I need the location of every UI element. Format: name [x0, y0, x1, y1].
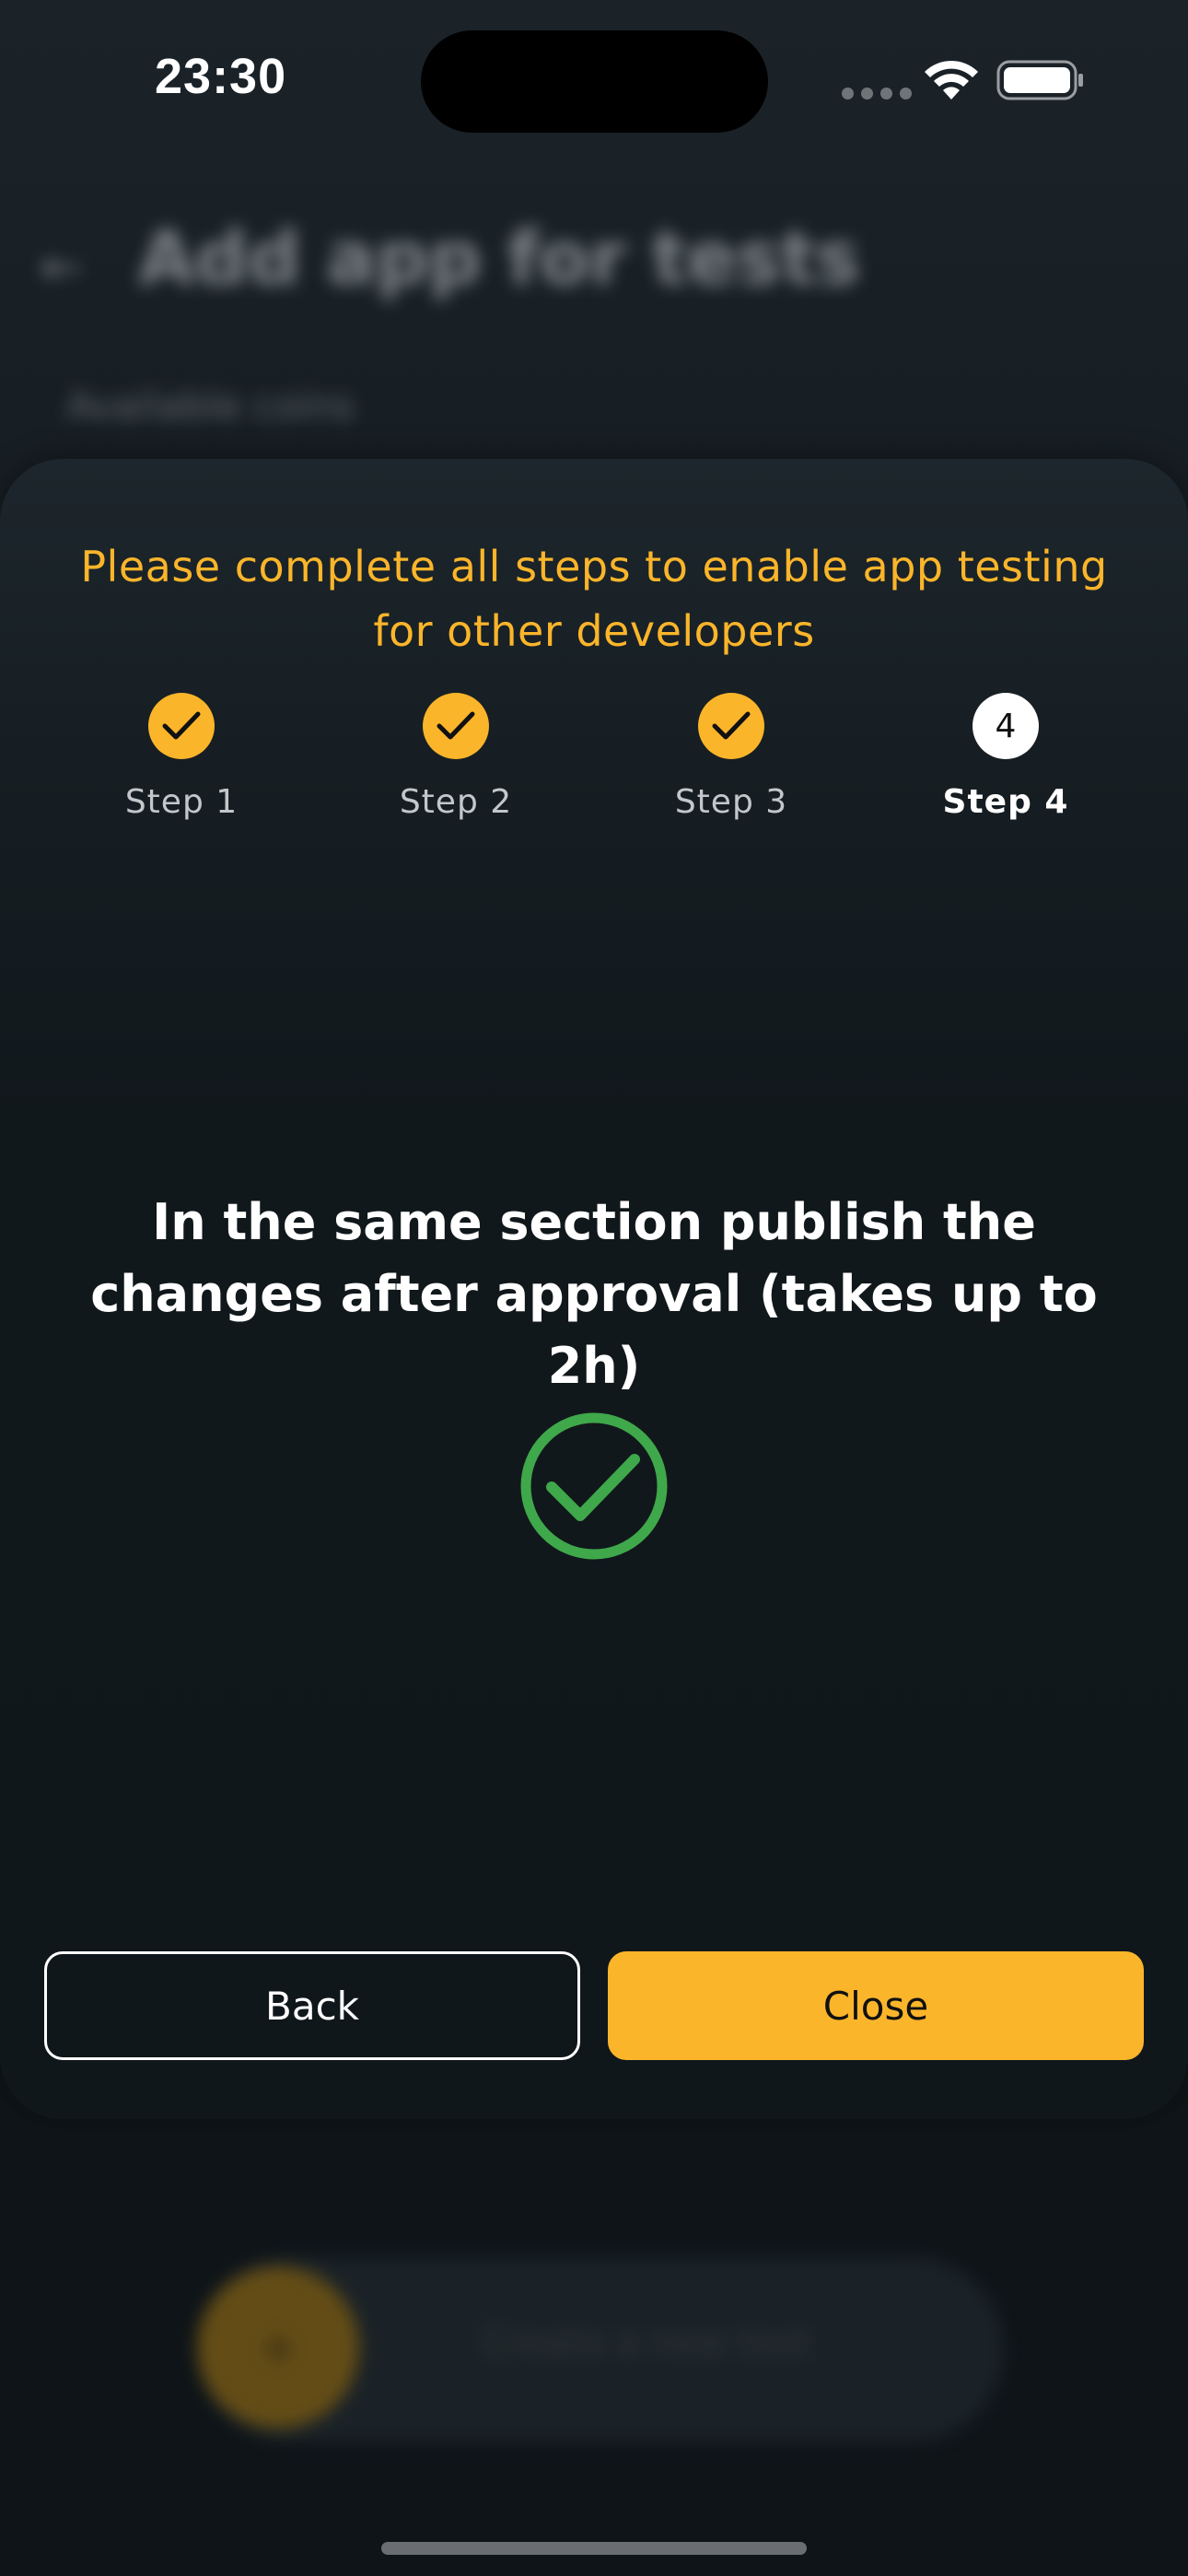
background-page-title: Add app for tests: [138, 216, 860, 301]
background-bottom-label: Create a new test: [483, 2322, 810, 2364]
check-circle-icon: [520, 1412, 668, 1560]
stepper: Step 1 Step 2 Step 3 4 Step 4: [0, 693, 1188, 831]
steps-bottom-sheet: Please complete all steps to enable app …: [0, 459, 1188, 2119]
step-check-icon: [698, 693, 764, 759]
step-2: Step 2: [345, 693, 566, 821]
background-bottom-bar: + Create a new test: [197, 2257, 1004, 2441]
status-time: 23:30: [155, 49, 287, 104]
battery-icon: [996, 60, 1083, 100]
home-indicator: [381, 2542, 807, 2555]
screen: ← Add app for tests Available coins + Cr…: [0, 0, 1188, 2576]
wifi-icon: [925, 60, 978, 100]
sheet-header-text: Please complete all steps to enable app …: [80, 542, 1108, 656]
step-check-icon: [148, 693, 215, 759]
step-number-badge: 4: [973, 693, 1039, 759]
step-1: Step 1: [71, 693, 292, 821]
back-button[interactable]: Back: [44, 1951, 580, 2060]
step-label-current: Step 4: [942, 783, 1069, 821]
dynamic-island: [421, 30, 768, 133]
step-label: Step 1: [124, 783, 239, 821]
step-label: Step 2: [399, 783, 513, 821]
step-4: 4 Step 4: [895, 693, 1116, 821]
add-circle-icon: +: [197, 2266, 359, 2429]
back-arrow-icon: ←: [41, 238, 83, 296]
step-instruction: In the same section publish the changes …: [90, 1193, 1098, 1395]
step-3: Step 3: [621, 693, 842, 821]
close-button[interactable]: Close: [608, 1951, 1144, 2060]
step-label: Step 3: [674, 783, 788, 821]
background-available-coins: Available coins: [66, 383, 355, 428]
status-bar: 23:30: [0, 0, 1188, 157]
cellular-signal-icon: [842, 88, 912, 100]
step-check-icon: [423, 693, 489, 759]
